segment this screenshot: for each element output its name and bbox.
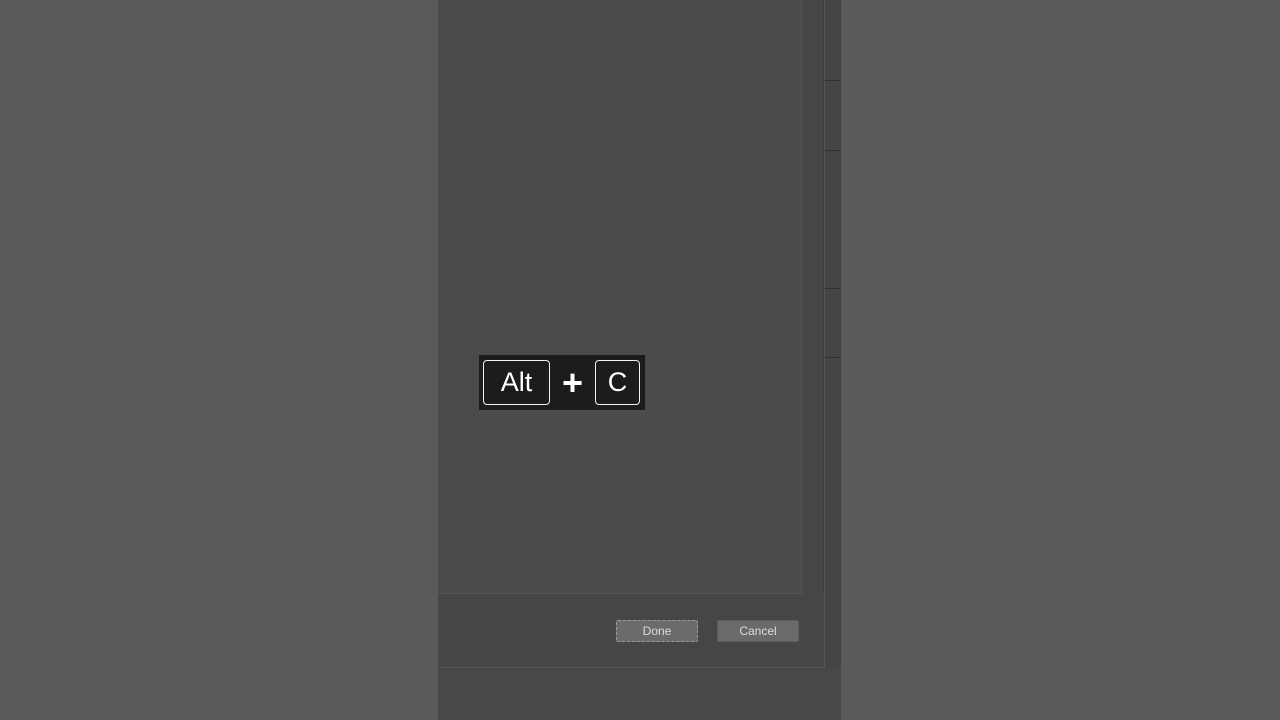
grid-line [824, 288, 841, 289]
keyboard-shortcut-overlay: Alt + C [479, 355, 645, 410]
grid-line [824, 150, 841, 151]
c-key: C [595, 360, 640, 405]
viewport-edge [824, 0, 841, 720]
viewport-bottom [438, 667, 841, 720]
blurred-left-panel [0, 0, 438, 720]
cancel-button[interactable]: Cancel [717, 620, 799, 642]
done-button[interactable]: Done [616, 620, 698, 642]
blurred-right-panel [841, 0, 1280, 720]
video-frame: Done Cancel Alt + C [0, 0, 1280, 720]
dialog-footer: Done Cancel [438, 594, 824, 667]
dialog-content-area [438, 0, 802, 594]
alt-key: Alt [483, 360, 550, 405]
plus-sign: + [561, 362, 584, 403]
dialog-window: Done Cancel [438, 0, 824, 667]
grid-line [824, 357, 841, 358]
grid-line [824, 80, 841, 81]
